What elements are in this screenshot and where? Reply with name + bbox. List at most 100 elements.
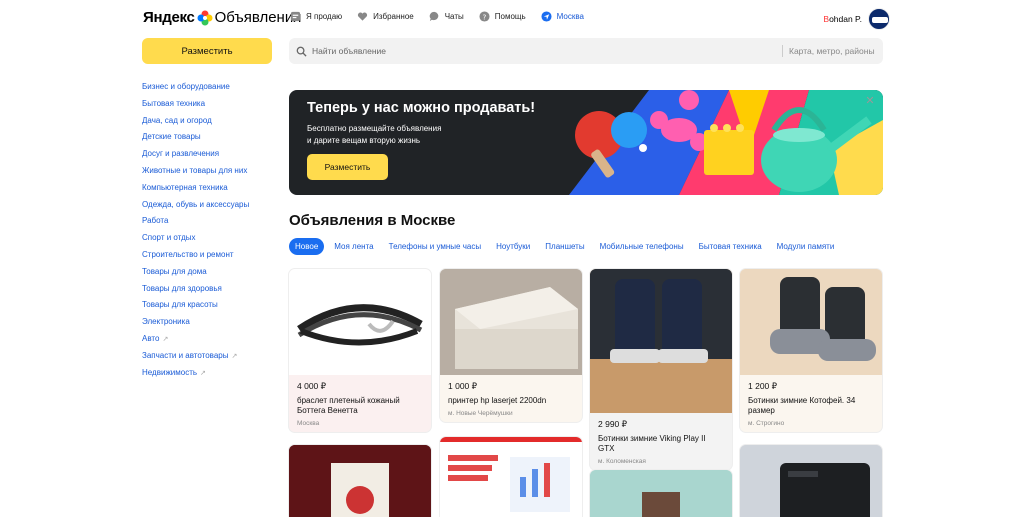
category-label: Товары для здоровья bbox=[142, 283, 222, 293]
category-item[interactable]: Бытовая техника bbox=[142, 99, 249, 116]
listing-info: 2 990 ₽ Ботинки зимние Viking Play II GT… bbox=[590, 413, 732, 470]
listing-title: браслет плетеный кожаный Боттега Венетта bbox=[297, 396, 400, 415]
category-label: Компьютерная техника bbox=[142, 182, 228, 192]
top-nav: Я продаю Избранное Чаты ? Помощь Москва bbox=[290, 11, 599, 22]
tab-mobile-phones[interactable]: Мобильные телефоны bbox=[600, 242, 684, 251]
listing-card[interactable]: 2 990 ₽ Ботинки зимние Viking Play II GT… bbox=[590, 269, 732, 470]
category-label: Работа bbox=[142, 216, 169, 226]
category-item[interactable]: Работа bbox=[142, 216, 249, 233]
nav-chats-label: Чаты bbox=[444, 12, 464, 21]
listing-card[interactable] bbox=[590, 470, 732, 517]
category-item[interactable]: Спорт и отдых bbox=[142, 233, 249, 250]
nav-location[interactable]: Москва bbox=[541, 11, 584, 22]
category-label: Товары для красоты bbox=[142, 300, 218, 310]
listing-title: принтер hp laserjet 2200dn bbox=[448, 396, 547, 405]
category-label: Товары для дома bbox=[142, 266, 207, 276]
category-item[interactable]: Компьютерная техника bbox=[142, 183, 249, 200]
category-item[interactable]: Запчасти и автотовары ↗ bbox=[142, 351, 249, 368]
banner-subtitle-line: и дарите вещам вторую жизнь bbox=[307, 136, 421, 145]
category-label: Одежда, обувь и аксессуары bbox=[142, 199, 250, 209]
search-icon bbox=[296, 46, 307, 57]
category-item[interactable]: Детские товары bbox=[142, 132, 249, 149]
user-name: Bohdan P. bbox=[823, 14, 862, 24]
listing-card[interactable]: 1 000 ₽ принтер hp laserjet 2200dn м. Но… bbox=[440, 269, 582, 422]
search-divider bbox=[782, 45, 783, 57]
nav-my-sales[interactable]: Я продаю bbox=[290, 11, 342, 22]
tab-memory-modules[interactable]: Модули памяти bbox=[777, 242, 835, 251]
category-item[interactable]: Авто ↗ bbox=[142, 334, 249, 351]
listing-image bbox=[590, 470, 732, 517]
category-item[interactable]: Строительство и ремонт bbox=[142, 250, 249, 267]
help-icon: ? bbox=[479, 11, 490, 22]
tab-laptops[interactable]: Ноутбуки bbox=[496, 242, 530, 251]
listing-image bbox=[590, 269, 732, 413]
category-label: Досуг и развлечения bbox=[142, 149, 220, 159]
search-input[interactable] bbox=[312, 46, 782, 56]
banner-subtitle-line: Бесплатно размещайте объявления bbox=[307, 124, 442, 133]
logo-service: Объявления bbox=[214, 9, 302, 26]
category-item[interactable]: Животные и товары для них bbox=[142, 166, 249, 183]
nav-help[interactable]: ? Помощь bbox=[479, 11, 526, 22]
category-label: Электроника bbox=[142, 317, 190, 327]
category-label: Бытовая техника bbox=[142, 98, 206, 108]
location-icon bbox=[541, 11, 552, 22]
category-item[interactable]: Бизнес и оборудование bbox=[142, 82, 249, 99]
nav-help-label: Помощь bbox=[494, 12, 526, 21]
listing-card[interactable]: 1 200 ₽ Ботинки зимние Котофей. 34 разме… bbox=[740, 269, 882, 432]
listing-card[interactable] bbox=[289, 445, 431, 517]
listing-image bbox=[740, 445, 882, 517]
banner-illustration bbox=[569, 90, 883, 195]
listing-image bbox=[440, 437, 582, 517]
tab-phones-watches[interactable]: Телефоны и умные часы bbox=[389, 242, 481, 251]
category-item[interactable]: Электроника bbox=[142, 317, 249, 334]
logo[interactable]: Яндекс Объявления bbox=[143, 9, 301, 26]
category-item[interactable]: Товары для дома bbox=[142, 267, 249, 284]
external-link-icon: ↗ bbox=[162, 335, 169, 343]
listing-info: 4 000 ₽ браслет плетеный кожаный Боттега… bbox=[289, 375, 431, 432]
listing-price: 4 000 ₽ bbox=[297, 381, 327, 391]
tab-tablets[interactable]: Планшеты bbox=[545, 242, 584, 251]
category-item[interactable]: Досуг и развлечения bbox=[142, 149, 249, 166]
banner-title: Теперь у нас можно продавать! bbox=[307, 100, 536, 116]
tab-new[interactable]: Новое bbox=[289, 238, 325, 255]
category-item[interactable]: Товары для красоты bbox=[142, 300, 249, 317]
listing-image bbox=[289, 445, 431, 517]
category-item[interactable]: Товары для здоровья bbox=[142, 284, 249, 301]
listing-price: 1 000 ₽ bbox=[448, 381, 478, 391]
chat-icon bbox=[429, 11, 439, 22]
heart-icon bbox=[358, 12, 368, 21]
category-item[interactable]: Одежда, обувь и аксессуары bbox=[142, 200, 249, 217]
tab-my-feed[interactable]: Моя лента bbox=[334, 242, 373, 251]
listing-title: Ботинки зимние Viking Play II GTX bbox=[598, 434, 706, 453]
nav-location-label: Москва bbox=[556, 12, 584, 21]
nav-favorites[interactable]: Избранное bbox=[357, 11, 414, 22]
feed-tabs: Новое Моя лента Телефоны и умные часы Но… bbox=[289, 238, 849, 255]
nav-chats[interactable]: Чаты bbox=[429, 11, 464, 22]
category-label: Животные и товары для них bbox=[142, 165, 248, 175]
category-list: Бизнес и оборудование Бытовая техника Да… bbox=[142, 82, 249, 384]
header: Яндекс Объявления Я продаю Избранное Чат… bbox=[0, 0, 1024, 38]
listing-card[interactable] bbox=[740, 445, 882, 517]
post-ad-button[interactable]: Разместить bbox=[142, 38, 272, 64]
user-menu[interactable]: Bohdan P. bbox=[823, 8, 890, 30]
section-title: Объявления в Москве bbox=[289, 212, 456, 229]
listing-info: 1 000 ₽ принтер hp laserjet 2200dn м. Но… bbox=[440, 375, 582, 422]
category-item[interactable]: Дача, сад и огород bbox=[142, 116, 249, 133]
listing-title: Ботинки зимние Котофей. 34 размер bbox=[748, 396, 856, 415]
listing-image bbox=[289, 269, 431, 375]
listing-price: 1 200 ₽ bbox=[748, 381, 778, 391]
logo-brand: Яндекс bbox=[143, 9, 195, 26]
banner-post-button[interactable]: Разместить bbox=[307, 154, 388, 180]
tab-appliances[interactable]: Бытовая техника bbox=[699, 242, 762, 251]
close-icon[interactable]: ✕ bbox=[864, 95, 876, 107]
avatar[interactable] bbox=[868, 8, 890, 30]
listing-image bbox=[440, 269, 582, 375]
svg-text:?: ? bbox=[482, 12, 486, 21]
search-location-filter[interactable]: Карта, метро, районы bbox=[789, 46, 875, 56]
category-item[interactable]: Недвижимость ↗ bbox=[142, 368, 249, 385]
listing-card[interactable]: 4 000 ₽ браслет плетеный кожаный Боттега… bbox=[289, 269, 431, 432]
category-label: Дача, сад и огород bbox=[142, 115, 212, 125]
banner-subtitle: Бесплатно размещайте объявления и дарите… bbox=[307, 123, 487, 147]
listing-card[interactable] bbox=[440, 437, 582, 517]
promo-banner: Теперь у нас можно продавать! Бесплатно … bbox=[289, 90, 883, 195]
